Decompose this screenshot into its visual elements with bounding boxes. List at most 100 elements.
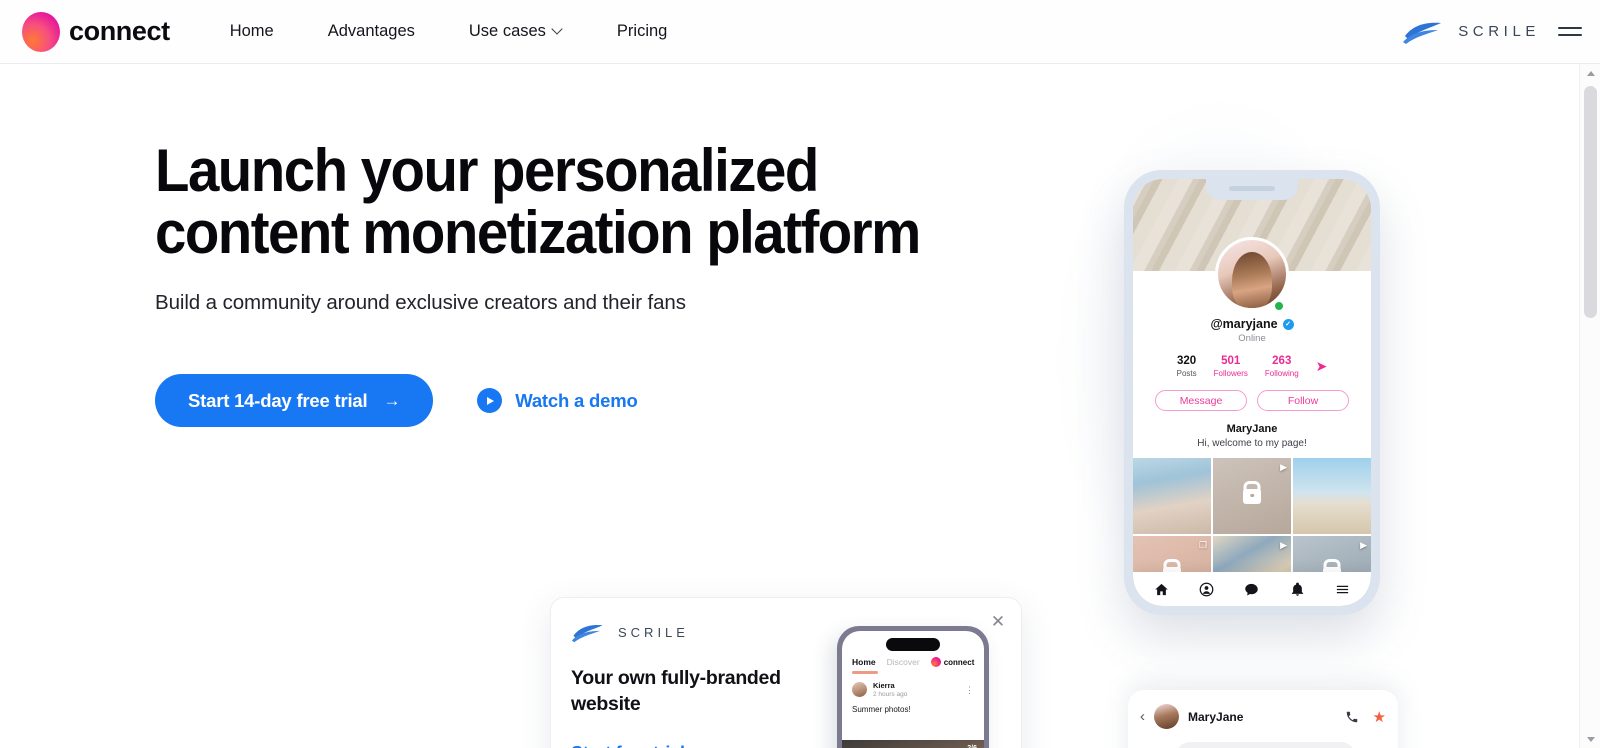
phone-call-icon[interactable] [1345, 710, 1359, 724]
avatar [1154, 704, 1179, 729]
profile-action-buttons: Message Follow [1133, 390, 1371, 411]
avatar [852, 682, 867, 697]
stat-following[interactable]: 263 Following [1265, 355, 1299, 379]
menu-icon[interactable] [1335, 582, 1350, 597]
play-icon [477, 388, 503, 413]
video-icon: ▶ [1360, 540, 1367, 550]
watch-demo-label: Watch a demo [515, 389, 638, 411]
phone-notch [1206, 179, 1298, 200]
promo-title: Your own fully-branded website [571, 667, 781, 715]
watch-demo-link[interactable]: Watch a demo [477, 388, 638, 413]
stat-followers-value: 501 [1221, 355, 1241, 367]
stat-posts-value: 320 [1177, 355, 1197, 367]
tab-home[interactable]: Home [852, 657, 876, 667]
phone-screen: @maryjane ✓ Online 320 Posts 501 Followe… [1133, 179, 1371, 606]
chevron-down-icon [553, 25, 563, 35]
avatar [1215, 237, 1289, 311]
lock-icon [1243, 488, 1261, 504]
arrow-right-icon: → [698, 743, 716, 748]
verified-badge-icon: ✓ [1282, 318, 1294, 330]
promo-start-free-trial-link[interactable]: Start free trial → [571, 743, 716, 748]
chat-contact-name: MaryJane [1188, 709, 1244, 724]
stat-followers-label: Followers [1213, 369, 1248, 378]
connect-brand-logo: connect [930, 657, 974, 667]
connect-logo-icon [930, 657, 941, 667]
video-icon: ▶ [1280, 540, 1287, 550]
stat-posts-label: Posts [1176, 369, 1197, 378]
arrow-right-icon: → [383, 390, 401, 410]
nav-item-home[interactable]: Home [230, 22, 274, 41]
promo-link-label: Start free trial [571, 743, 685, 748]
back-chevron-icon[interactable]: ‹ [1140, 708, 1145, 725]
nav-item-pricing[interactable]: Pricing [617, 22, 667, 41]
home-icon[interactable] [1154, 582, 1169, 597]
stat-posts[interactable]: 320 Posts [1177, 355, 1197, 379]
stat-following-value: 263 [1272, 355, 1292, 367]
notifications-icon[interactable] [1290, 582, 1305, 597]
follow-button[interactable]: Follow [1257, 390, 1349, 411]
profile-stats: 320 Posts 501 Followers 263 Following ➤ [1133, 355, 1371, 379]
scrile-swoosh-icon [571, 625, 603, 643]
page-title: Launch your personalized content monetiz… [155, 140, 1001, 264]
start-free-trial-label: Start 14-day free trial [188, 389, 368, 411]
hero-copy: Launch your personalized content monetiz… [155, 140, 1055, 427]
navbar-right-group: SCRILE [1402, 19, 1582, 45]
post-thumbnail[interactable]: ▶ [1213, 458, 1291, 534]
promo-phone-screen: Home Discover connect Kierra 2 hours ago… [842, 631, 984, 748]
profile-status: Online [1238, 333, 1266, 344]
scroll-up-button[interactable] [1580, 64, 1600, 82]
nav-item-advantages[interactable]: Advantages [328, 22, 415, 41]
dynamic-island [886, 638, 940, 651]
profile-display-name: MaryJane [1226, 423, 1278, 435]
hamburger-icon[interactable] [1558, 25, 1582, 38]
headline-line-1: Launch your personalized [155, 137, 819, 204]
post-thumbnail[interactable] [1293, 458, 1371, 534]
triangle-down-icon [1586, 736, 1595, 742]
top-navigation-bar: connect Home Advantages Use cases Pricin… [0, 0, 1600, 64]
connect-brand-logo[interactable]: connect [22, 11, 170, 52]
promo-phone-mockup: Home Discover connect Kierra 2 hours ago… [837, 626, 989, 748]
scrile-swoosh-icon [1403, 22, 1442, 44]
scrile-wordmark: SCRILE [1458, 23, 1540, 40]
nav-item-home-label: Home [229, 22, 274, 40]
stat-following-label: Following [1264, 369, 1299, 378]
nav-item-use-cases[interactable]: Use cases [469, 22, 563, 41]
phone-device: @maryjane ✓ Online 320 Posts 501 Followe… [1124, 170, 1380, 615]
scroll-down-button[interactable] [1580, 730, 1600, 748]
phone-tabbar [1133, 572, 1371, 606]
chat-header: ‹ MaryJane ★ [1140, 704, 1386, 729]
phone-mockup: @maryjane ✓ Online 320 Posts 501 Followe… [1056, 80, 1396, 640]
promo-post-meta: Kierra 2 hours ago [873, 681, 907, 699]
promo-content: SCRILE Your own fully-branded website St… [551, 598, 831, 748]
post-image: 2/6 [842, 740, 984, 748]
chat-preview-card: ‹ MaryJane ★ Hi Mary, I've been missing … [1128, 690, 1398, 748]
hero-subheadline: Build a community around exclusive creat… [155, 291, 686, 314]
scrile-brand-logo[interactable]: SCRILE [1402, 19, 1540, 45]
post-caption: Summer photos! [852, 704, 911, 714]
chat-actions: ★ [1345, 708, 1386, 726]
online-status-dot [1274, 301, 1284, 311]
profile-icon[interactable] [1199, 582, 1214, 597]
message-button[interactable]: Message [1155, 390, 1247, 411]
post-author: Kierra [873, 680, 895, 690]
hero-cta-row: Start 14-day free trial → Watch a demo [155, 374, 1055, 427]
connect-logo-icon [22, 11, 60, 52]
stat-followers[interactable]: 501 Followers [1214, 355, 1248, 379]
triangle-up-icon [1586, 70, 1595, 76]
star-icon[interactable]: ★ [1373, 708, 1386, 726]
messages-icon[interactable] [1244, 582, 1259, 597]
scrollbar-thumb[interactable] [1584, 86, 1597, 318]
tab-discover[interactable]: Discover [887, 657, 920, 667]
profile-handle-row: @maryjane ✓ [1133, 317, 1371, 331]
chat-message-bubble: Hi Mary, I've been missing you [1176, 742, 1356, 748]
start-free-trial-button[interactable]: Start 14-day free trial → [155, 374, 434, 427]
brand-name: connect [69, 16, 170, 46]
close-icon[interactable]: ✕ [989, 613, 1007, 632]
post-thumbnail[interactable] [1133, 458, 1211, 534]
album-icon: ❐ [1198, 540, 1207, 550]
promo-card: ✕ SCRILE Your own fully-branded website … [550, 597, 1022, 748]
nav-item-use-cases-label: Use cases [468, 22, 546, 40]
share-icon[interactable]: ➤ [1316, 358, 1328, 375]
page-scrollbar[interactable] [1579, 64, 1600, 748]
more-options-icon[interactable]: ⋮ [965, 685, 974, 694]
